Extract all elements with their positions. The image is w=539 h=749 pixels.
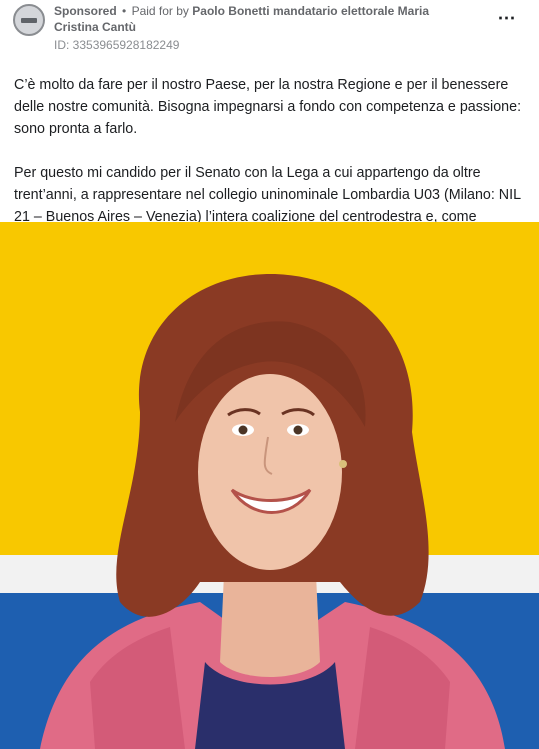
page-avatar[interactable] bbox=[13, 4, 45, 36]
ad-meta: Sponsored • Paid for by Paolo Bonetti ma… bbox=[54, 3, 474, 35]
blocked-icon bbox=[21, 17, 37, 23]
sponsored-label: Sponsored bbox=[54, 4, 117, 18]
separator: • bbox=[122, 4, 127, 18]
ad-image[interactable] bbox=[0, 222, 539, 749]
ad-card: Sponsored • Paid for by Paolo Bonetti ma… bbox=[0, 0, 539, 749]
more-options-button[interactable]: ⋯ bbox=[495, 8, 519, 28]
paid-for-prefix: Paid for by bbox=[131, 4, 189, 18]
ellipsis-icon: ⋯ bbox=[497, 7, 517, 28]
ad-header: Sponsored • Paid for by Paolo Bonetti ma… bbox=[0, 0, 539, 62]
ad-id: ID: 3353965928182249 bbox=[54, 38, 180, 52]
candidate-portrait bbox=[40, 273, 505, 749]
paragraph-1: C’è molto da fare per il nostro Paese, p… bbox=[14, 77, 522, 137]
